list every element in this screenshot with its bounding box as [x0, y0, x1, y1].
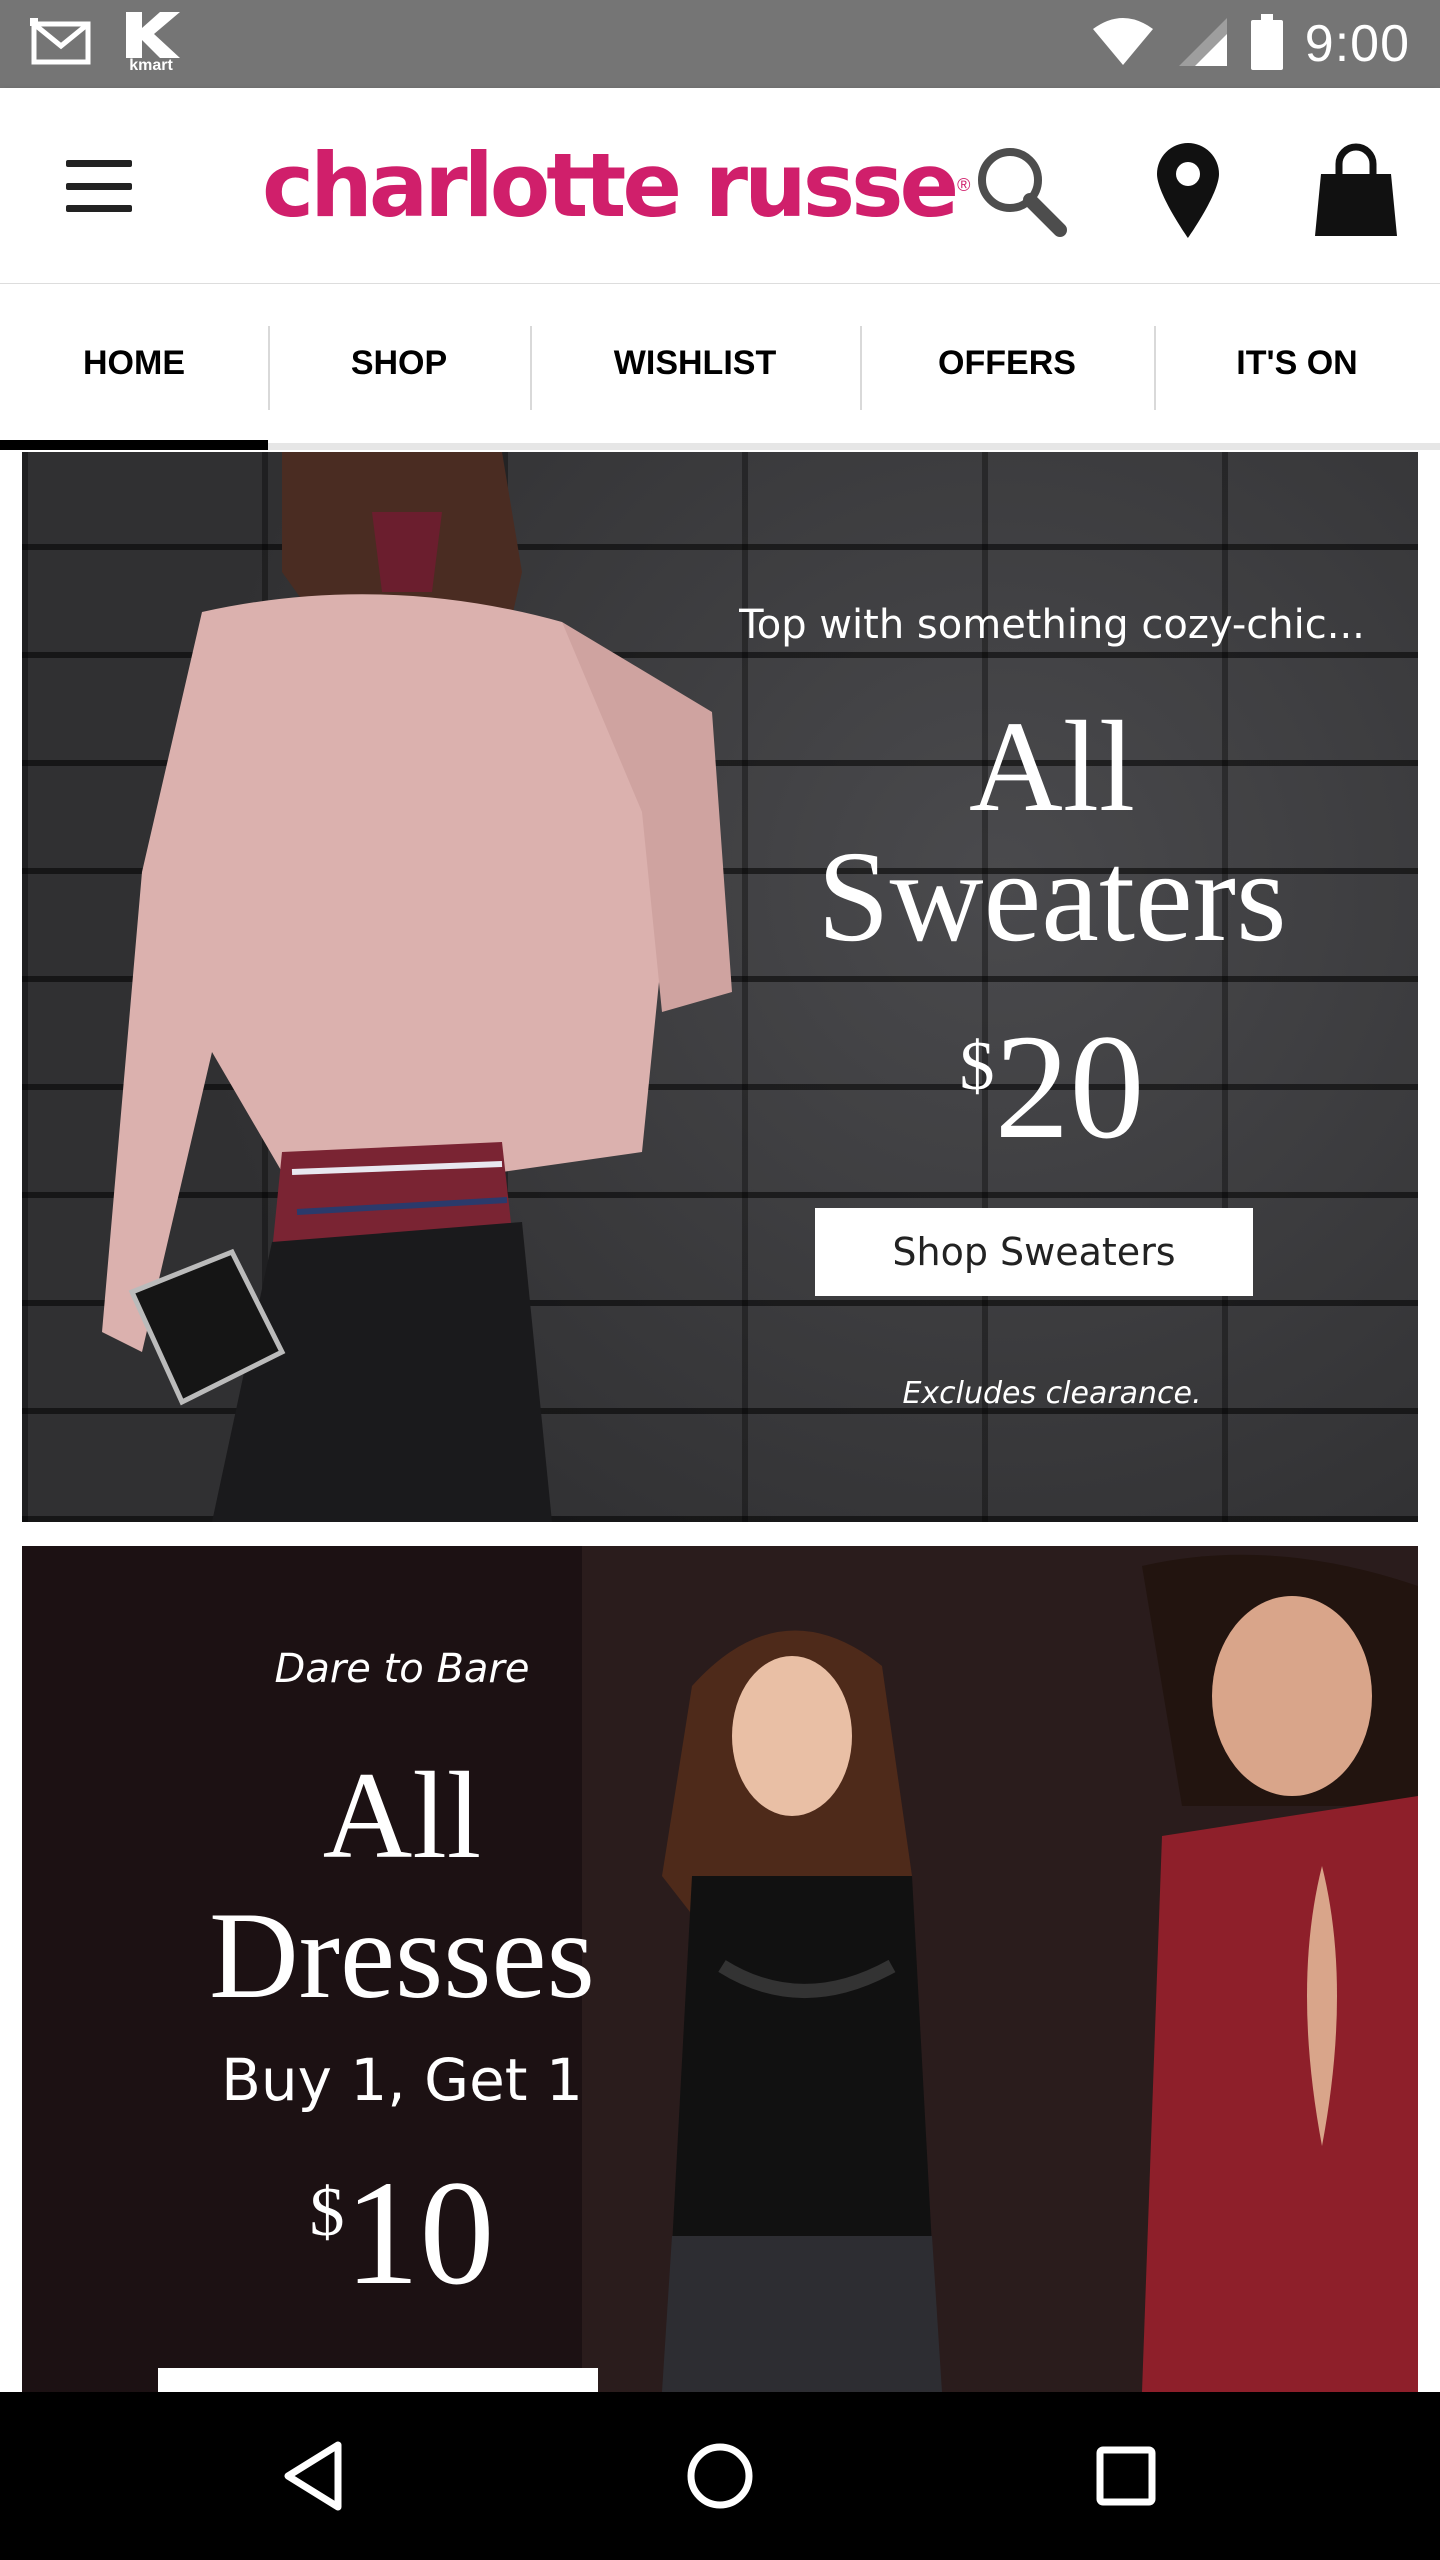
dresses-offer: Buy 1, Get 1	[221, 2046, 583, 2114]
tab-offers-label: OFFERS	[938, 344, 1076, 382]
brand-logo[interactable]: charlotte russe ®	[262, 130, 970, 240]
tab-home[interactable]: HOME	[0, 284, 268, 450]
tab-home-label: HOME	[83, 344, 185, 382]
back-icon[interactable]	[264, 2426, 364, 2526]
dresses-price: $10	[62, 2158, 742, 2308]
kmart-label: kmart	[129, 57, 173, 74]
sweaters-price: $20	[722, 1012, 1382, 1162]
gmail-icon	[30, 14, 92, 73]
tab-wishlist[interactable]: WISHLIST	[530, 284, 860, 443]
dresses-headline: All Dresses	[62, 1746, 742, 2026]
dresses-price-value: 10	[344, 2150, 495, 2316]
shop-dresses-button[interactable]	[158, 2368, 598, 2392]
tab-its-on[interactable]: IT'S ON	[1154, 284, 1440, 443]
tab-shop[interactable]: SHOP	[268, 284, 530, 443]
sweaters-kicker: Top with something cozy-chic...	[739, 602, 1365, 648]
location-pin-icon[interactable]	[1138, 140, 1238, 240]
dresses-headline-line1: All	[322, 1747, 482, 1884]
system-nav-bar	[0, 2392, 1440, 2560]
sweaters-headline-line1: All	[968, 695, 1136, 839]
app-header: charlotte russe ®	[0, 88, 1440, 284]
kmart-icon: kmart	[120, 12, 182, 74]
tab-bar: HOME SHOP WISHLIST OFFERS IT'S ON	[0, 284, 1440, 450]
tab-its-on-label: IT'S ON	[1236, 344, 1358, 382]
dresses-price-symbol: $	[309, 2174, 345, 2251]
status-time: 9:00	[1304, 15, 1410, 73]
dresses-headline-line2: Dresses	[209, 1887, 595, 2024]
recents-icon[interactable]	[1076, 2426, 1176, 2526]
status-system: 9:00	[1091, 12, 1410, 76]
tab-wishlist-label: WISHLIST	[613, 344, 777, 382]
model-sweater-image	[102, 452, 732, 1522]
search-icon[interactable]	[970, 140, 1070, 240]
sweaters-headline-line2: Sweaters	[817, 825, 1287, 969]
battery-icon	[1250, 13, 1283, 75]
shopping-bag-icon[interactable]	[1306, 140, 1406, 240]
sweaters-headline: All Sweaters	[722, 702, 1382, 962]
brand-name: charlotte russe	[262, 133, 959, 237]
tab-shop-label: SHOP	[350, 344, 448, 382]
status-notifications: kmart	[30, 12, 182, 74]
sweaters-banner[interactable]: Top with something cozy-chic... All Swea…	[22, 452, 1418, 1522]
brand-registered-mark: ®	[957, 174, 971, 195]
sweaters-disclaimer: Excludes clearance.	[902, 1376, 1202, 1411]
home-icon[interactable]	[670, 2426, 770, 2526]
dresses-banner[interactable]: Dare to Bare All Dresses Buy 1, Get 1 $1…	[22, 1546, 1418, 2392]
wifi-icon	[1091, 17, 1155, 72]
shop-sweaters-button[interactable]: Shop Sweaters	[815, 1208, 1253, 1296]
sweaters-price-value: 20	[994, 1004, 1145, 1170]
sweaters-price-symbol: $	[959, 1028, 995, 1105]
tab-offers[interactable]: OFFERS	[860, 284, 1154, 443]
dresses-kicker: Dare to Bare	[274, 1646, 530, 1692]
status-bar: kmart 9:00	[0, 0, 1440, 88]
signal-icon	[1177, 16, 1229, 73]
menu-icon[interactable]	[66, 160, 132, 212]
